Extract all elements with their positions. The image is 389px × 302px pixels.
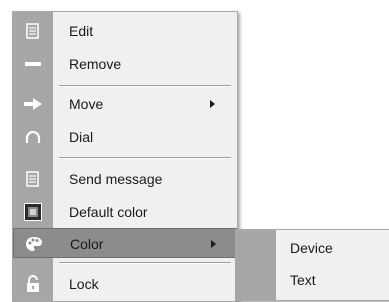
- message-note-icon: [13, 164, 53, 194]
- menu-item-move[interactable]: Move: [13, 89, 237, 119]
- menu-separator: [59, 262, 231, 264]
- lock-icon: [13, 269, 53, 299]
- default-color-icon: [13, 197, 53, 227]
- submenu-arrow-icon: [211, 240, 216, 248]
- menu-item-label: Send message: [69, 171, 163, 187]
- submenu-item-text[interactable]: Text: [236, 265, 389, 295]
- minus-bar-icon: [13, 49, 53, 79]
- submenu-item-label: Text: [290, 272, 316, 288]
- menu-item-remove[interactable]: Remove: [13, 49, 237, 79]
- menu-item-color[interactable]: Color: [13, 228, 237, 258]
- arc-icon: [13, 122, 53, 152]
- menu-item-label: Remove: [69, 56, 122, 72]
- menu-item-label: Lock: [69, 276, 99, 292]
- submenu-item-device[interactable]: Device: [236, 233, 389, 263]
- menu-item-label: Edit: [69, 23, 94, 39]
- menu-item-lock[interactable]: Lock: [13, 269, 237, 299]
- menu-item-dial[interactable]: Dial: [13, 122, 237, 152]
- menu-item-edit[interactable]: Edit: [13, 16, 237, 46]
- menu-separator: [59, 157, 231, 159]
- submenu-item-label: Device: [290, 240, 333, 256]
- menu-item-label: Default color: [69, 204, 148, 220]
- menu-item-label: Color: [70, 236, 104, 252]
- context-menu: Edit Remove Move Dial Send message Defau…: [12, 11, 238, 302]
- menu-separator: [59, 85, 231, 87]
- menu-item-default-color[interactable]: Default color: [13, 197, 237, 227]
- color-submenu: Device Text: [235, 229, 389, 301]
- edit-note-icon: [13, 16, 53, 46]
- right-arrow-icon: [13, 89, 53, 119]
- menu-item-label: Move: [69, 96, 104, 112]
- submenu-arrow-icon: [210, 100, 215, 108]
- menu-item-send-message[interactable]: Send message: [13, 164, 237, 194]
- menu-item-label: Dial: [69, 129, 94, 145]
- palette-icon: [14, 229, 54, 259]
